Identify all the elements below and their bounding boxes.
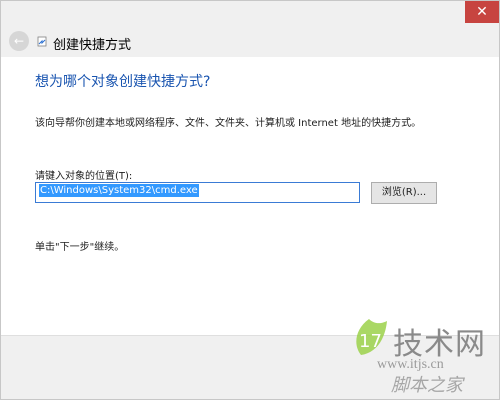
shortcut-wizard-icon xyxy=(37,36,47,47)
instruction-text: 单击"下一步"继续。 xyxy=(35,242,125,253)
watermark-logo-icon: 17 xyxy=(356,319,387,355)
watermark-subtitle: 脚本之家 xyxy=(391,375,463,396)
location-label: 请键入对象的位置(T): xyxy=(35,171,133,182)
site-watermark: 17 技术网 www.itjs.cn 脚本之家 xyxy=(343,313,493,396)
browse-button[interactable]: 浏览(R)... xyxy=(371,182,437,204)
wizard-header: ← 创建快捷方式 xyxy=(1,27,499,57)
page-description: 该向导帮你创建本地或网络程序、文件、文件夹、计算机或 Internet 地址的快… xyxy=(35,118,422,129)
wizard-content: 想为哪个对象创建快捷方式? 该向导帮你创建本地或网络程序、文件、文件夹、计算机或… xyxy=(1,57,499,335)
title-bar: ✕ xyxy=(1,1,499,27)
back-button[interactable]: ← xyxy=(9,31,29,51)
create-shortcut-window: ✕ ← 创建快捷方式 想为哪个对象创建快捷方式? 该向导帮你创建本地或网络程序、… xyxy=(0,0,500,400)
location-value: C:\Windows\System32\cmd.exe xyxy=(39,184,199,197)
close-button[interactable]: ✕ xyxy=(465,1,499,23)
location-input[interactable]: C:\Windows\System32\cmd.exe xyxy=(35,182,360,203)
wizard-title: 创建快捷方式 xyxy=(53,38,132,53)
page-heading: 想为哪个对象创建快捷方式? xyxy=(35,74,211,90)
back-arrow-icon: ← xyxy=(13,34,25,48)
svg-text:17: 17 xyxy=(359,331,382,352)
